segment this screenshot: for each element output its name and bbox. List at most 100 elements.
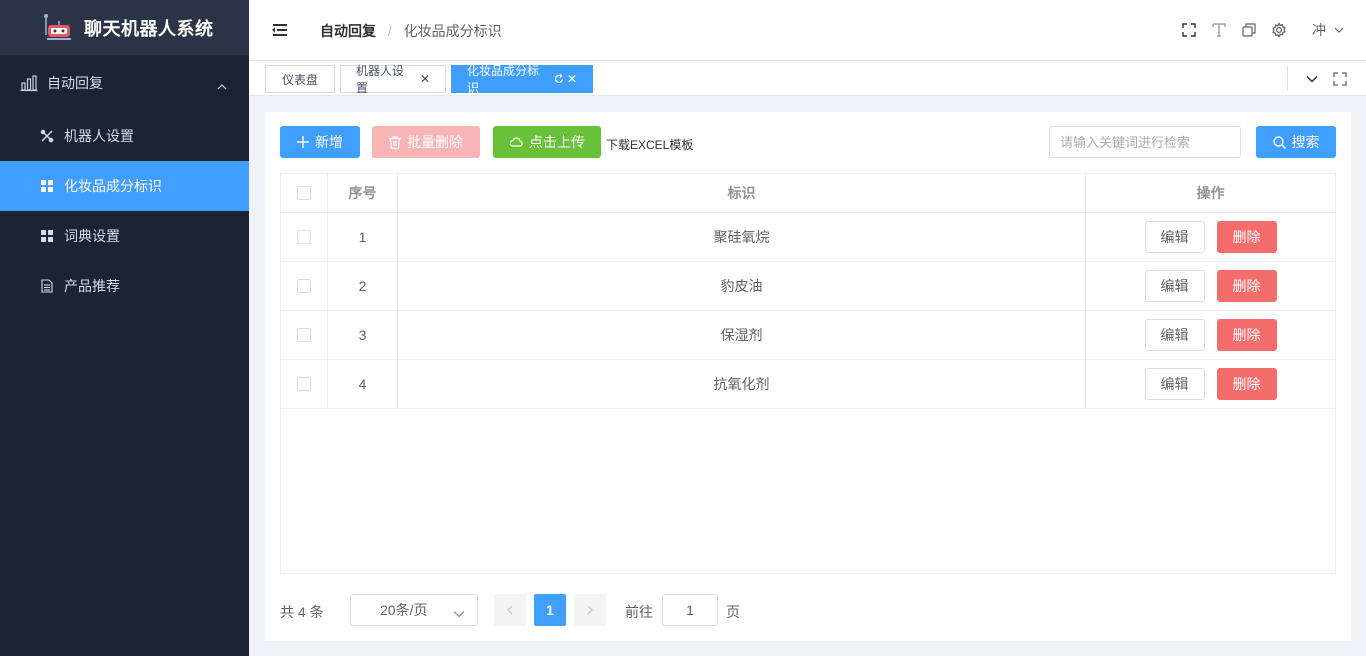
sidebar-item-product-recommend[interactable]: 产品推荐 [0,261,249,311]
row-checkbox[interactable] [297,230,311,244]
trash-icon [389,135,401,149]
refresh-icon[interactable] [554,74,564,84]
goto-page-input[interactable] [662,594,718,626]
divider [1287,66,1288,91]
delete-button[interactable]: 删除 [1216,270,1277,302]
tab-robot-settings[interactable]: 机器人设置 ✕ [340,64,446,95]
row-mark: 抗氧化剂 [398,360,1086,408]
maximize-icon[interactable] [1326,71,1354,86]
row-no: 2 [328,262,398,310]
search-button[interactable]: 搜索 [1256,126,1336,158]
tab-label: 化妆品成分标识 [467,64,540,95]
search-button-label: 搜索 [1291,134,1320,150]
row-select-cell [281,311,328,359]
upload-button[interactable]: 点击上传 [493,126,601,158]
chevron-up-icon [217,77,227,93]
download-template-link[interactable]: 下载EXCEL模板 [606,136,693,153]
tab-cosmetics-ingredients[interactable]: 化妆品成分标识 ✕ [451,64,593,95]
delete-button[interactable]: 删除 [1216,368,1277,400]
page-suffix: 页 [726,604,740,620]
next-page-button[interactable] [574,594,606,626]
breadcrumb: 自动回复 / 化妆品成分标识 [320,21,502,41]
sidebar: 聊天机器人系统 自动回复 机器人设置 化妆品成分标识 词典设置 产品推荐 [0,0,249,656]
row-no: 3 [328,311,398,359]
table-row: 2 豹皮油 编辑 删除 [281,262,1335,311]
tools-icon [40,129,54,143]
plus-icon [297,136,309,148]
edit-button[interactable]: 编辑 [1144,368,1205,400]
row-select-cell [281,360,328,408]
tab-dashboard[interactable]: 仪表盘 [265,65,335,93]
robot-logo-icon [42,13,76,43]
breadcrumb-item[interactable]: 自动回复 [320,23,376,39]
table-row: 1 聚硅氧烷 编辑 删除 [281,213,1335,262]
document-icon [40,279,54,293]
row-actions: 编辑 删除 [1086,311,1335,359]
cloud-icon [509,137,523,147]
prev-page-button[interactable] [494,594,526,626]
row-checkbox[interactable] [297,328,311,342]
app-title: 聊天机器人系统 [84,18,214,39]
delete-button[interactable]: 删除 [1216,221,1277,253]
layout-icon[interactable] [1234,18,1264,42]
grid-icon [40,179,54,193]
close-icon[interactable]: ✕ [567,72,577,86]
chevron-down-icon[interactable] [1298,75,1326,83]
brand: 聊天机器人系统 [0,0,249,55]
header-cell-select [281,174,328,212]
row-mark: 豹皮油 [398,262,1086,310]
page-number-current[interactable]: 1 [534,594,566,626]
row-no: 4 [328,360,398,408]
font-size-icon[interactable] [1204,18,1234,42]
batch-delete-button[interactable]: 批量删除 [372,126,480,158]
row-actions: 编辑 删除 [1086,213,1335,261]
bar-chart-icon [20,74,38,92]
chevron-down-icon [1334,27,1344,33]
header-cell-op: 操作 [1196,185,1225,201]
ingredients-table: 序号 标识 操作 1 聚硅氧烷 编辑 删除 2 豹皮油 编辑 删除 3 保湿剂 [280,173,1336,574]
add-button[interactable]: 新增 [280,126,360,158]
page-size-select[interactable]: 20条/页 [350,594,478,626]
row-actions: 编辑 删除 [1086,360,1335,408]
edit-button[interactable]: 编辑 [1144,270,1205,302]
header-cell-no: 序号 [328,174,398,212]
tab-label: 仪表盘 [281,72,318,87]
sidebar-item-cosmetics-ingredients[interactable]: 化妆品成分标识 [0,161,249,211]
tab-label: 机器人设置 [356,64,405,95]
page-size-value: 20条/页 [380,602,428,618]
row-checkbox[interactable] [297,377,311,391]
search-input[interactable] [1049,126,1241,158]
close-icon[interactable]: ✕ [420,72,430,86]
gear-icon[interactable] [1264,18,1294,42]
sidebar-item-label: 产品推荐 [64,278,120,294]
fullscreen-icon[interactable] [1174,18,1204,42]
edit-button[interactable]: 编辑 [1144,221,1205,253]
chevron-down-icon [453,605,465,621]
chevron-left-icon [507,605,513,615]
sidebar-item-dictionary[interactable]: 词典设置 [0,211,249,261]
menu-group-label: 自动回复 [47,75,103,91]
tags-view: 仪表盘 机器人设置 ✕ 化妆品成分标识 ✕ [249,61,1366,96]
table-row: 3 保湿剂 编辑 删除 [281,311,1335,360]
menu-toggle-icon[interactable] [271,22,289,38]
edit-button[interactable]: 编辑 [1144,319,1205,351]
search-icon [1272,135,1286,149]
row-select-cell [281,262,328,310]
batch-delete-label: 批量删除 [407,134,463,150]
user-menu[interactable]: 冲 [1312,20,1344,40]
sidebar-item-label: 化妆品成分标识 [64,178,162,194]
pagination: 共 4 条 20条/页 1 前往 页 [280,594,1336,626]
delete-button[interactable]: 删除 [1216,319,1277,351]
breadcrumb-separator: / [387,23,392,39]
row-mark: 聚硅氧烷 [398,213,1086,261]
upload-button-label: 点击上传 [529,134,585,150]
table-row: 4 抗氧化剂 编辑 删除 [281,360,1335,409]
row-checkbox[interactable] [297,279,311,293]
row-no: 1 [328,213,398,261]
menu-group-auto-reply[interactable]: 自动回复 [0,55,249,111]
sidebar-item-label: 机器人设置 [64,128,134,144]
sidebar-item-robot-settings[interactable]: 机器人设置 [0,111,249,161]
top-header: 自动回复 / 化妆品成分标识 冲 [249,0,1366,61]
row-select-cell [281,213,328,261]
select-all-checkbox[interactable] [297,186,311,200]
